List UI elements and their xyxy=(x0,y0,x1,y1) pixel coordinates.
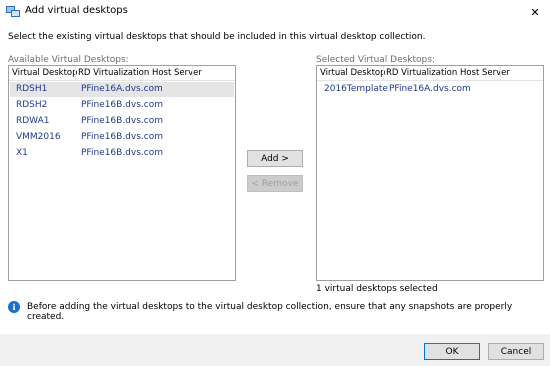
selected-desktops-label: Selected Virtual Desktops: xyxy=(316,55,435,65)
host-server: PFine16B.dvs.com xyxy=(81,100,163,110)
dialog-footer: OK Cancel xyxy=(0,334,550,366)
column-divider[interactable] xyxy=(500,66,501,80)
list-item-2016template[interactable]: 2016Template PFine16A.dvs.com xyxy=(318,82,542,97)
add-button[interactable]: Add > xyxy=(247,150,303,167)
desktop-name: VMM2016 xyxy=(16,132,61,142)
info-icon: i xyxy=(8,301,20,313)
available-desktops-label: Available Virtual Desktops: xyxy=(8,55,129,65)
column-header-host-server[interactable]: RD Virtualization Host Server xyxy=(386,68,510,78)
list-item-vmm2016[interactable]: VMM2016 PFine16B.dvs.com xyxy=(10,130,234,145)
list-item-rdsh1[interactable]: RDSH1 PFine16A.dvs.com xyxy=(10,82,234,97)
ok-button[interactable]: OK xyxy=(424,343,480,360)
desktop-name: RDSH2 xyxy=(16,100,48,110)
list-item-rdsh2[interactable]: RDSH2 PFine16B.dvs.com xyxy=(10,98,234,113)
info-message: Before adding the virtual desktops to th… xyxy=(27,302,513,322)
available-list-header: Virtual Desktop RD Virtualization Host S… xyxy=(9,66,235,81)
instruction-text: Select the existing virtual desktops tha… xyxy=(8,32,426,42)
host-server: PFine16A.dvs.com xyxy=(81,84,163,94)
close-button[interactable]: ✕ xyxy=(522,1,548,23)
virtual-desktop-app-icon xyxy=(6,6,20,17)
column-divider[interactable] xyxy=(383,66,384,80)
close-icon: ✕ xyxy=(530,5,540,19)
desktop-name: X1 xyxy=(16,148,28,158)
selected-list-header: Virtual Desktop RD Virtualization Host S… xyxy=(317,66,543,81)
host-server: PFine16A.dvs.com xyxy=(389,84,471,94)
desktop-name: RDWA1 xyxy=(16,116,50,126)
remove-button[interactable]: < Remove xyxy=(247,175,303,192)
selected-desktops-list[interactable]: Virtual Desktop RD Virtualization Host S… xyxy=(316,65,544,281)
desktop-name: 2016Template xyxy=(324,84,388,94)
window-title: Add virtual desktops xyxy=(25,5,128,16)
column-divider[interactable] xyxy=(75,66,76,80)
host-server: PFine16B.dvs.com xyxy=(81,132,163,142)
title-bar: Add virtual desktops ✕ xyxy=(0,0,550,24)
host-server: PFine16B.dvs.com xyxy=(81,148,163,158)
cancel-button[interactable]: Cancel xyxy=(488,343,544,360)
column-header-virtual-desktop[interactable]: Virtual Desktop xyxy=(12,68,78,78)
column-header-virtual-desktop[interactable]: Virtual Desktop xyxy=(320,68,386,78)
available-desktops-list[interactable]: Virtual Desktop RD Virtualization Host S… xyxy=(8,65,236,281)
desktop-name: RDSH1 xyxy=(16,84,48,94)
host-server: PFine16B.dvs.com xyxy=(81,116,163,126)
column-divider[interactable] xyxy=(192,66,193,80)
list-item-x1[interactable]: X1 PFine16B.dvs.com xyxy=(10,146,234,161)
column-header-host-server[interactable]: RD Virtualization Host Server xyxy=(78,68,202,78)
selected-count-text: 1 virtual desktops selected xyxy=(316,284,438,294)
list-item-rdwa1[interactable]: RDWA1 PFine16B.dvs.com xyxy=(10,114,234,129)
